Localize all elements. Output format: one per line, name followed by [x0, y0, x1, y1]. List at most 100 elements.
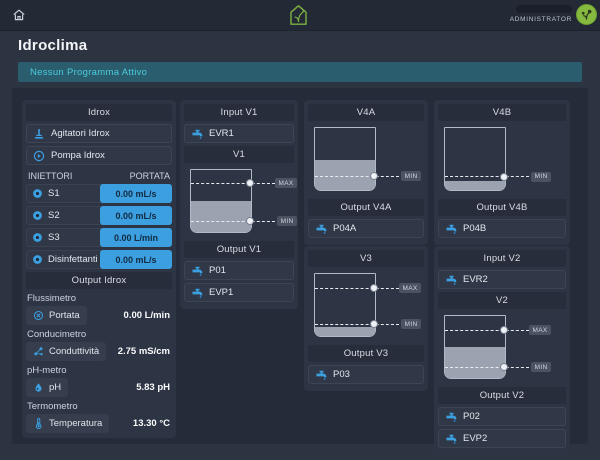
- sensor-label: Conduttività: [49, 346, 99, 357]
- iniettori-column-label: INIETTORI: [28, 171, 72, 181]
- circle-x-icon: [33, 310, 44, 321]
- molecule-icon: [33, 346, 44, 357]
- tank-v3-vessel: MAX MIN: [314, 273, 376, 337]
- faucet-icon: [445, 433, 457, 445]
- droplet-icon: [33, 382, 44, 393]
- sensor-value: 2.75 mS/cm: [118, 346, 172, 357]
- v1-title: V1: [184, 146, 294, 163]
- injector-value: 0.00 mL/s: [100, 206, 172, 225]
- evr2-button[interactable]: EVR2: [438, 270, 566, 289]
- injector-label: Disinfettanti: [48, 254, 98, 265]
- level-handle-icon: [370, 172, 378, 180]
- idrox-panel-title: Idrox: [26, 104, 172, 121]
- v4a-title: V4A: [308, 104, 424, 121]
- min-level-chip: MIN: [531, 172, 551, 182]
- level-dash: [191, 183, 275, 184]
- faucet-icon: [191, 287, 203, 299]
- tank-v4a-fill: [315, 160, 375, 190]
- sensor-label: Temperatura: [49, 418, 102, 429]
- sensor-group-label: Conducimetro: [27, 329, 171, 340]
- injector-row-s2[interactable]: S2 0.00 mL/s: [26, 206, 172, 225]
- tank-v4a-vessel: MIN: [314, 127, 376, 191]
- p04b-label: P04B: [463, 223, 486, 234]
- min-level-chip: MIN: [401, 171, 421, 181]
- injector-value: 0.00 mL/s: [100, 250, 172, 269]
- faucet-icon: [445, 223, 457, 235]
- max-level-chip: MAX: [275, 178, 297, 188]
- level-dash: [191, 221, 275, 222]
- level-handle-icon: [246, 217, 254, 225]
- evp2-label: EVP2: [463, 433, 487, 444]
- p01-button[interactable]: P01: [184, 261, 294, 280]
- sensor-row-ph: pH 5.83 pH: [26, 378, 172, 397]
- sensor-value: 0.00 L/min: [124, 310, 172, 321]
- level-handle-icon: [500, 326, 508, 334]
- evr1-button[interactable]: EVR1: [184, 124, 294, 143]
- p04b-button[interactable]: P04B: [438, 219, 566, 238]
- evp2-button[interactable]: EVP2: [438, 429, 566, 448]
- sensor-group-label: Flussimetro: [27, 293, 171, 304]
- p02-button[interactable]: P02: [438, 407, 566, 426]
- level-handle-icon: [500, 173, 508, 181]
- level-handle-icon: [370, 284, 378, 292]
- username-pill: [516, 5, 572, 13]
- sensor-value: 13.30 °C: [133, 418, 172, 429]
- faucet-icon: [445, 411, 457, 423]
- agitator-icon: [33, 128, 45, 140]
- min-level-chip: MIN: [277, 216, 297, 226]
- level-dash: [445, 367, 529, 368]
- injector-row-disinfettanti[interactable]: Disinfettanti 0.00 mL/s: [26, 250, 172, 269]
- avatar[interactable]: [576, 4, 597, 25]
- sensor-row-portata: Portata 0.00 L/min: [26, 306, 172, 325]
- injector-label: S3: [48, 232, 60, 243]
- injector-label: S2: [48, 210, 60, 221]
- faucet-icon: [191, 128, 203, 140]
- p02-label: P02: [463, 411, 480, 422]
- home-button[interactable]: [12, 8, 26, 22]
- sensor-label: pH: [49, 382, 61, 393]
- p01-label: P01: [209, 265, 226, 276]
- pompa-idrox-button[interactable]: Pompa Idrox: [26, 146, 172, 165]
- v2-panel: Input V2 EVR2 V2 MAX MIN: [434, 246, 570, 455]
- faucet-icon: [445, 274, 457, 286]
- tank-v4b-vessel: MIN: [444, 127, 506, 191]
- tank-v4a: MIN: [308, 124, 424, 196]
- v2-title: V2: [438, 292, 566, 309]
- level-dash: [315, 324, 399, 325]
- evp1-button[interactable]: EVP1: [184, 283, 294, 302]
- admin-menu[interactable]: ADMINISTRATOR: [502, 4, 572, 23]
- min-level-chip: MIN: [531, 362, 551, 372]
- p03-button[interactable]: P03: [308, 365, 424, 384]
- radio-dot-icon: [32, 232, 43, 243]
- max-level-chip: MAX: [399, 283, 421, 293]
- tank-v2: MAX MIN: [438, 312, 566, 384]
- sensor-chip: Portata: [26, 306, 87, 325]
- sensor-chip: Conduttività: [26, 342, 106, 361]
- thermometer-icon: [33, 418, 44, 429]
- p04a-button[interactable]: P04A: [308, 219, 424, 238]
- portata-column-label: PORTATA: [130, 171, 170, 181]
- injector-value: 0.00 L/min: [100, 228, 172, 247]
- injectors-header: INIETTORI PORTATA: [26, 168, 172, 184]
- agitatori-idrox-button[interactable]: Agitatori Idrox: [26, 124, 172, 143]
- radio-dot-icon: [32, 254, 43, 265]
- injector-label: S1: [48, 188, 60, 199]
- radio-dot-icon: [32, 210, 43, 221]
- tank-v1-fill: [191, 201, 251, 232]
- output-idrox-title: Output Idrox: [26, 272, 172, 289]
- sensor-chip: Temperatura: [26, 414, 109, 433]
- evp1-label: EVP1: [209, 287, 233, 298]
- tank-v2-fill: [445, 347, 505, 378]
- injector-row-s3[interactable]: S3 0.00 L/min: [26, 228, 172, 247]
- level-handle-icon: [246, 179, 254, 187]
- pompa-idrox-label: Pompa Idrox: [51, 150, 105, 161]
- top-bar: ADMINISTRATOR: [0, 0, 600, 31]
- level-handle-icon: [370, 320, 378, 328]
- play-circle-icon: [33, 150, 45, 162]
- min-level-chip: MIN: [401, 319, 421, 329]
- injector-row-s1[interactable]: S1 0.00 mL/s: [26, 184, 172, 203]
- agitatori-idrox-label: Agitatori Idrox: [51, 128, 110, 139]
- evr2-label: EVR2: [463, 274, 488, 285]
- max-level-chip: MAX: [529, 325, 551, 335]
- sensor-value: 5.83 pH: [136, 382, 172, 393]
